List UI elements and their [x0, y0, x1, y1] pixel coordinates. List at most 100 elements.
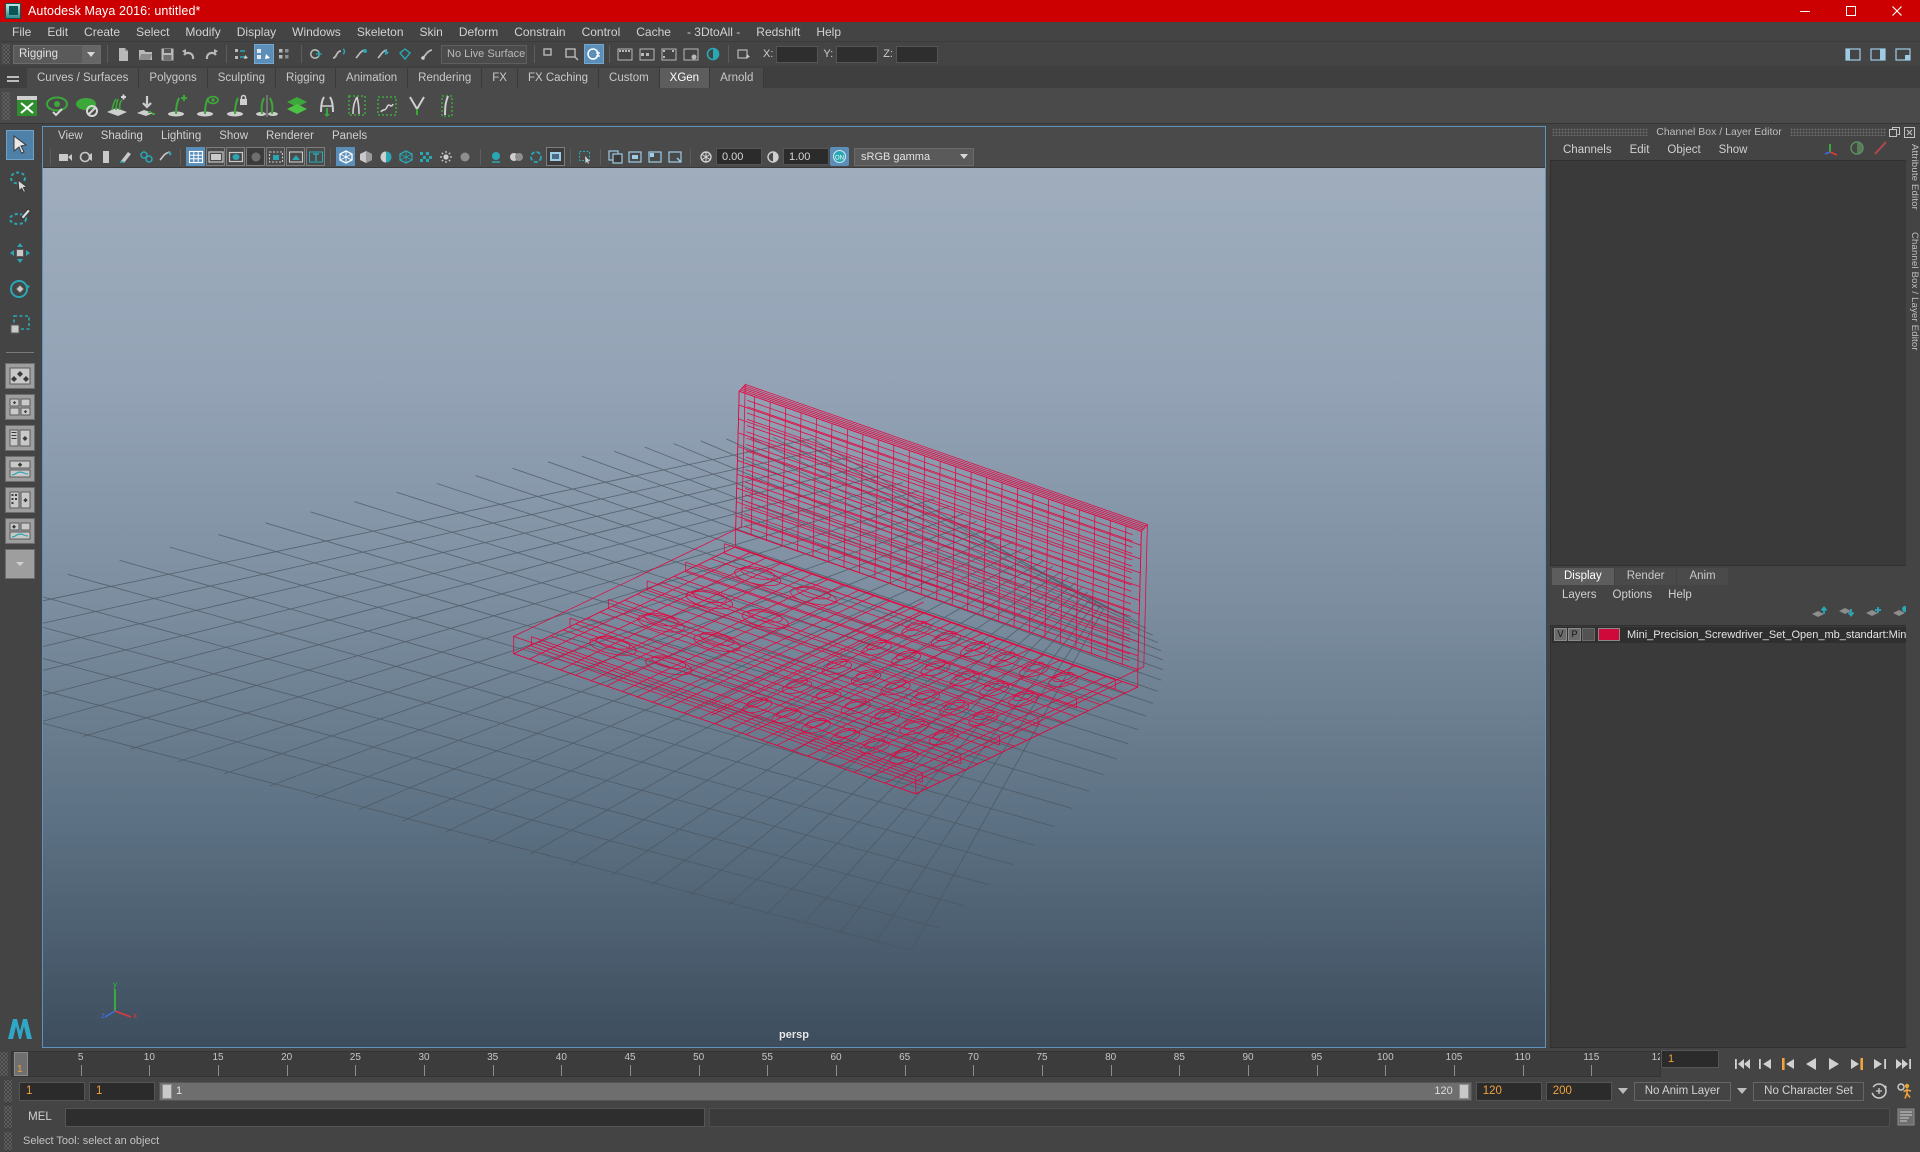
command-language-label[interactable]: MEL — [19, 1111, 61, 1123]
menu-display[interactable]: Display — [229, 22, 284, 42]
xgen-noise-icon[interactable] — [373, 91, 401, 121]
play-forwards-icon[interactable] — [1825, 1055, 1843, 1073]
xgen-import-collection-icon[interactable] — [133, 91, 161, 121]
toggle-input-fields-icon[interactable] — [734, 44, 754, 64]
camera-bookmarks-icon[interactable] — [76, 147, 95, 166]
command-grip[interactable] — [4, 1106, 12, 1128]
redo-icon[interactable] — [201, 44, 221, 64]
dock-drag-dots[interactable] — [1789, 128, 1886, 136]
anim-layer-dropdown-icon[interactable] — [1616, 1082, 1630, 1100]
viewport-canvas[interactable]: persp y x z — [43, 168, 1545, 1047]
select-by-hierarchy-icon[interactable] — [232, 44, 252, 64]
layer-menu-help[interactable]: Help — [1660, 585, 1700, 605]
single-perspective-layout[interactable] — [5, 363, 35, 389]
viewport-menu-show[interactable]: Show — [210, 127, 257, 146]
timeline-grip[interactable] — [0, 1052, 8, 1076]
menu-3dtoall[interactable]: - 3DtoAll - — [679, 22, 748, 42]
shelf-tab-xgen[interactable]: XGen — [659, 68, 711, 88]
render-current-frame-icon[interactable] — [615, 44, 635, 64]
range-grip[interactable] — [4, 1080, 12, 1102]
dock-drag-dots[interactable] — [1552, 128, 1649, 136]
outliner-persp-layout[interactable] — [5, 425, 35, 451]
shelf-tab-fx-caching[interactable]: FX Caching — [517, 68, 600, 88]
help-line-grip[interactable] — [4, 1132, 12, 1150]
tab-render-layers[interactable]: Render — [1614, 567, 1677, 585]
wireframe-icon[interactable] — [186, 147, 205, 166]
copy-render-icon[interactable] — [606, 147, 625, 166]
ipr-render-icon[interactable] — [637, 44, 657, 64]
shelf-tab-fx[interactable]: FX — [482, 68, 518, 88]
show-hide-channel-box-icon[interactable] — [1868, 44, 1888, 64]
color-management-toggle-icon[interactable]: ON — [830, 147, 849, 166]
step-back-keyframe-icon[interactable] — [1756, 1055, 1774, 1073]
shelf-tab-arnold[interactable]: Arnold — [710, 68, 765, 88]
multisample-icon[interactable] — [526, 147, 545, 166]
xgen-guide-icon[interactable] — [433, 91, 461, 121]
persp-graph-outliner-layout[interactable] — [5, 518, 35, 544]
viewport-menu-renderer[interactable]: Renderer — [257, 127, 323, 146]
anim-layer-selector[interactable]: No Anim Layer — [1633, 1081, 1732, 1101]
step-forward-keyframe-icon[interactable] — [1871, 1055, 1889, 1073]
shadow-casting-icon[interactable] — [456, 147, 475, 166]
shelf-tab-custom[interactable]: Custom — [599, 68, 660, 88]
isolate-select-icon[interactable] — [546, 147, 565, 166]
live-surface-field[interactable]: No Live Surface — [441, 44, 527, 64]
xgen-layer-icon[interactable] — [283, 91, 311, 121]
xgen-mirror-icon[interactable] — [253, 91, 281, 121]
menu-set-selector[interactable]: Rigging — [13, 44, 101, 64]
undo-icon[interactable] — [179, 44, 199, 64]
step-forward-frame-icon[interactable] — [1848, 1055, 1866, 1073]
four-view-layout[interactable] — [5, 394, 35, 420]
shelf-tab-animation[interactable]: Animation — [336, 68, 409, 88]
show-hide-layer-editor-icon[interactable] — [1893, 44, 1913, 64]
gate-mask-icon[interactable] — [246, 147, 265, 166]
layer-menu-layers[interactable]: Layers — [1554, 585, 1605, 605]
make-live-icon[interactable] — [417, 44, 437, 64]
side-tab-attribute-editor[interactable]: Attribute Editor — [1906, 140, 1920, 214]
screen-space-ao-icon[interactable] — [486, 147, 505, 166]
film-gate-icon[interactable] — [206, 147, 225, 166]
wireframe-on-shaded-icon[interactable] — [396, 147, 415, 166]
close-button[interactable] — [1874, 0, 1920, 22]
paint-select-tool[interactable] — [6, 202, 34, 232]
close-dock-icon[interactable] — [1903, 126, 1916, 139]
menu-file[interactable]: File — [4, 22, 39, 42]
go-to-start-icon[interactable] — [1733, 1055, 1751, 1073]
channel-menu-edit[interactable]: Edit — [1621, 140, 1659, 160]
animation-start-time-field[interactable]: 1 — [19, 1081, 85, 1101]
render-sequence-icon[interactable] — [659, 44, 679, 64]
viewport-menu-lighting[interactable]: Lighting — [152, 127, 210, 146]
menu-modify[interactable]: Modify — [177, 22, 228, 42]
viewport-menu-view[interactable]: View — [49, 127, 92, 146]
move-tool[interactable] — [6, 238, 34, 268]
hypershade-icon[interactable] — [703, 44, 723, 64]
step-back-frame-icon[interactable] — [1779, 1055, 1797, 1073]
view-transform-selector[interactable]: sRGB gamma — [854, 147, 974, 166]
script-editor-icon[interactable] — [1896, 1107, 1916, 1127]
menu-help[interactable]: Help — [808, 22, 849, 42]
new-scene-icon[interactable] — [113, 44, 133, 64]
hypershade-persp-layout[interactable] — [5, 487, 35, 513]
channel-menu-object[interactable]: Object — [1658, 140, 1709, 160]
select-by-component-type-icon[interactable] — [276, 44, 296, 64]
undock-icon[interactable] — [1888, 126, 1901, 139]
play-backwards-icon[interactable] — [1802, 1055, 1820, 1073]
persp-graph-layout[interactable] — [5, 456, 35, 482]
range-slider-bar[interactable]: 1 120 — [159, 1081, 1472, 1101]
shelf-tab-rendering[interactable]: Rendering — [408, 68, 483, 88]
range-end-handle[interactable] — [1458, 1083, 1469, 1099]
xgen-add-description-icon[interactable] — [163, 91, 191, 121]
layer-visibility-toggle[interactable]: V — [1554, 628, 1567, 641]
move-layer-down-icon[interactable] — [1838, 605, 1856, 622]
show-hide-attribute-editor-icon[interactable] — [584, 44, 604, 64]
coord-z-field[interactable] — [895, 45, 938, 63]
coord-y-field[interactable] — [836, 45, 879, 63]
show-hide-hierarchy-icon[interactable] — [540, 44, 560, 64]
xgen-preview-icon[interactable] — [43, 91, 71, 121]
shelf-tab-polygons[interactable]: Polygons — [139, 68, 208, 88]
table-row[interactable]: V P Mini_Precision_Screwdriver_Set_Open_… — [1552, 626, 1916, 643]
animation-preferences-icon[interactable] — [1894, 1081, 1916, 1101]
menu-skin[interactable]: Skin — [412, 22, 451, 42]
menu-control[interactable]: Control — [574, 22, 629, 42]
xgen-cut-icon[interactable] — [403, 91, 431, 121]
